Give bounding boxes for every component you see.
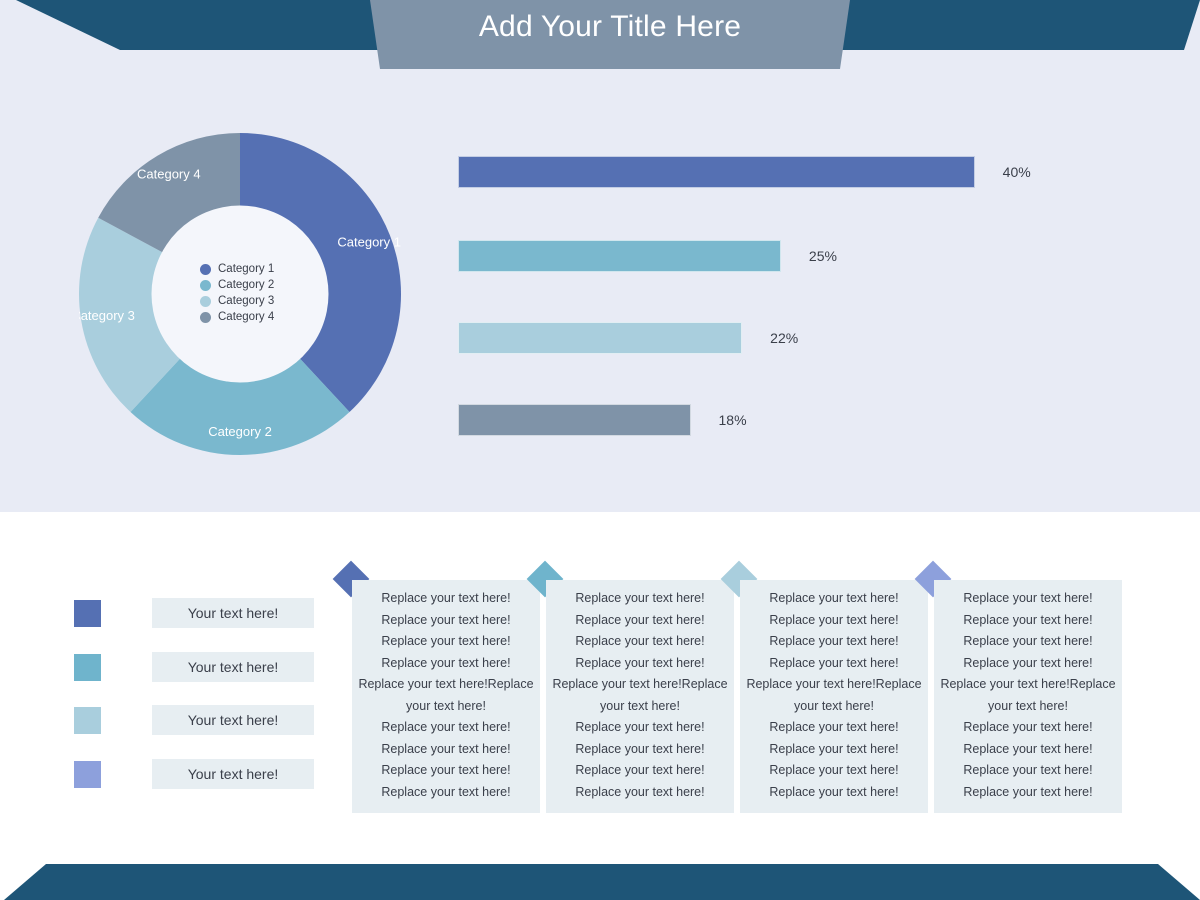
text-column-line: Replace your text here! [575,763,705,777]
legend-dot-icon [200,263,211,275]
bar-rect [458,240,781,272]
text-column-line: Replace your text here! [769,612,899,627]
legend-item-label: Your text here! [187,659,279,675]
text-column-line: Replace your text here! [381,591,511,605]
donut-legend: Category 1 Category 2 Category 3 Category 4 [200,261,310,325]
slide-canvas: Add Your Title Here Category 1 Category 2… [0,0,1200,900]
text-column-line: Replace your text here!Replace your text… [940,677,1116,713]
legend-swatch-icon [74,760,101,788]
text-column-line: Replace your text here! [769,741,899,756]
text-column-body[interactable]: Replace your text here! Replace your text… [546,580,734,813]
legend-dot-icon [200,279,211,291]
text-column-line: Replace your text here! [769,763,899,777]
text-column-line: Replace your text here! [381,634,511,648]
text-column-body[interactable]: Replace your text here! Replace your text… [352,580,540,813]
legend-dot-icon [200,295,211,307]
bar-row: 22% [458,322,798,354]
legend-text-chip[interactable]: Your text here! [152,705,314,735]
donut-slice-label: Category 3 [79,308,135,323]
text-column-line: Replace your text here! [575,655,705,670]
bar-row: 40% [458,156,1031,188]
text-column-line: Replace your text here! [575,634,705,648]
text-column-line: Replace your text here! [575,741,705,756]
donut-legend-label: Category 2 [218,279,275,291]
legend-text-chip[interactable]: Your text here! [152,759,314,789]
donut-legend-row: Category 2 [200,277,310,293]
text-column-line: Replace your text here! [769,655,899,670]
text-column-line: Replace your text here!Replace your text… [358,677,534,713]
text-column[interactable]: Replace your text here! Replace your text… [526,560,734,813]
bottom-content-area: Your text here! Your text here! Your text … [0,512,1200,864]
text-column-line: Replace your text here! [381,741,511,756]
legend-list-item[interactable]: Your text here! [74,652,314,682]
bar-value-label: 40% [1002,164,1031,180]
text-column-line: Replace your text here! [381,720,511,734]
bar-value-label: 22% [770,330,799,346]
text-column-line: Replace your text here! [769,591,899,605]
bar-chart: 40% 25% 22% 18% [458,150,1148,450]
text-column-line: Replace your text here! [575,784,705,799]
bar-value-label: 18% [718,412,747,428]
legend-swatch-icon [74,706,101,734]
text-column[interactable]: Replace your text here! Replace your text… [720,560,928,813]
text-column-line: Replace your text here! [963,591,1093,605]
bar-rect [458,322,743,354]
text-column-line: Replace your text here! [769,720,899,734]
text-column[interactable]: Replace your text here! Replace your text… [332,560,540,813]
text-column-line: Replace your text here! [963,763,1093,777]
text-column-line: Replace your text here!Replace your text… [552,677,728,713]
bar-row: 25% [458,240,837,272]
bar-row: 18% [458,404,747,436]
text-column-line: Replace your text here! [963,655,1093,670]
legend-text-chip[interactable]: Your text here! [152,598,314,628]
text-column-line: Replace your text here! [963,784,1093,799]
text-column[interactable]: Replace your text here! Replace your text… [914,560,1122,813]
donut-legend-row: Category 1 [200,261,310,277]
donut-legend-label: Category 4 [218,311,275,323]
legend-dot-icon [200,311,211,323]
text-column-body[interactable]: Replace your text here! Replace your text… [740,580,928,813]
text-column-line: Replace your text here! [575,591,705,605]
text-column-line: Replace your text here!Replace your text… [746,677,922,713]
legend-item-label: Your text here! [187,712,279,728]
legend-list-item[interactable]: Your text here! [74,705,314,735]
footer-bar [4,864,1200,900]
text-column-line: Replace your text here! [381,612,511,627]
text-column-line: Replace your text here! [381,655,511,670]
text-column-line: Replace your text here! [963,741,1093,756]
header-banner-center: Add Your Title Here [370,0,850,69]
bar-rect [458,404,691,436]
legend-list-item[interactable]: Your text here! [74,598,314,628]
text-column-line: Replace your text here! [769,634,899,648]
text-column-line: Replace your text here! [963,612,1093,627]
legend-item-label: Your text here! [187,766,279,782]
text-column-line: Replace your text here! [381,763,511,777]
legend-item-label: Your text here! [187,605,279,621]
bar-rect [458,156,975,188]
text-column-line: Replace your text here! [381,784,511,799]
text-column-line: Replace your text here! [963,720,1093,734]
donut-chart: Category 1 Category 2 Category 3 Category 4… [79,133,401,455]
text-column-line: Replace your text here! [575,612,705,627]
legend-swatch-icon [74,599,101,627]
text-column-line: Replace your text here! [963,634,1093,648]
bar-value-label: 25% [808,248,837,264]
donut-slice-label: Category 4 [137,166,201,181]
text-column-body[interactable]: Replace your text here! Replace your text… [934,580,1122,813]
donut-legend-label: Category 1 [218,263,275,275]
legend-swatch-icon [74,653,101,681]
donut-slice-label: Category 1 [337,235,401,250]
donut-legend-row: Category 4 [200,309,310,325]
donut-legend-label: Category 3 [218,295,275,307]
donut-legend-row: Category 3 [200,293,310,309]
text-column-line: Replace your text here! [575,720,705,734]
legend-text-chip[interactable]: Your text here! [152,652,314,682]
donut-slice-label: Category 2 [208,424,272,439]
legend-list-item[interactable]: Your text here! [74,759,314,789]
text-column-line: Replace your text here! [769,784,899,799]
page-title: Add Your Title Here [478,9,742,43]
